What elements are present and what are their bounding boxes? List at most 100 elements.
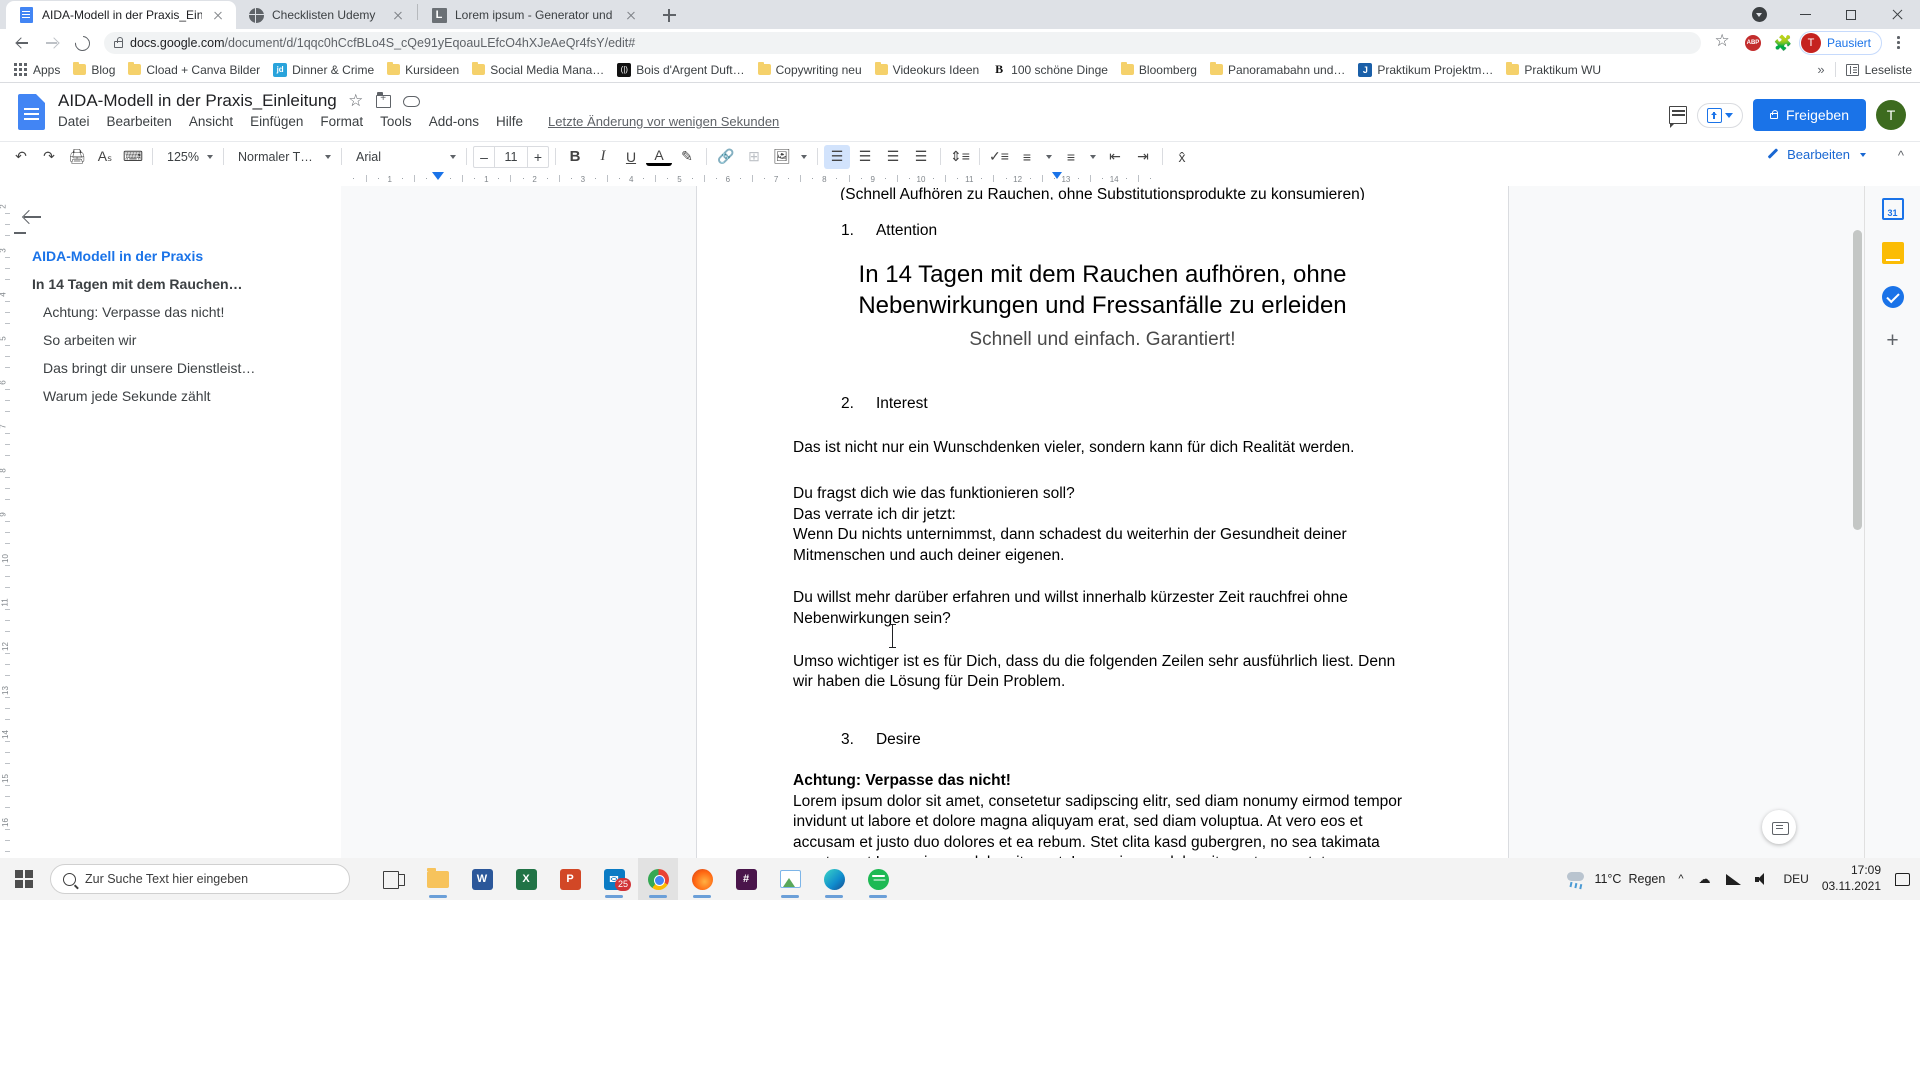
bookmark-videokurs[interactable]: Videokurs Ideen: [869, 61, 986, 79]
hide-menus-chevron-icon[interactable]: ^: [1898, 148, 1904, 163]
excel-icon[interactable]: X: [506, 858, 546, 900]
document-title[interactable]: AIDA-Modell in der Praxis_Einleitung: [58, 91, 337, 111]
decrease-indent-icon[interactable]: ⇤: [1102, 145, 1128, 169]
outline-item-0[interactable]: AIDA-Modell in der Praxis: [0, 242, 341, 270]
font-size-stepper[interactable]: – 11 +: [473, 145, 549, 168]
close-icon[interactable]: [390, 7, 406, 23]
outline-item-4[interactable]: Das bringt dir unsere Dienstleist…: [0, 354, 341, 382]
taskbar-clock[interactable]: 17:09 03.11.2021: [1822, 863, 1881, 894]
bookmark-bloomberg[interactable]: Bloomberg: [1115, 61, 1203, 79]
forward-button[interactable]: [38, 29, 66, 57]
notifications-icon[interactable]: [1894, 871, 1910, 887]
menu-hilfe[interactable]: Hilfe: [496, 114, 523, 129]
vertical-scrollbar[interactable]: [1851, 186, 1864, 858]
menu-addons[interactable]: Add-ons: [429, 114, 479, 129]
file-explorer-icon[interactable]: [418, 858, 458, 900]
outline-item-3[interactable]: So arbeiten wir: [0, 326, 341, 354]
close-icon[interactable]: [623, 7, 639, 23]
align-center-icon[interactable]: ☰: [852, 145, 878, 169]
browser-tab-1[interactable]: Checklisten Udemy: [236, 1, 416, 29]
font-dropdown[interactable]: Arial: [348, 146, 460, 168]
task-view-icon[interactable]: [374, 858, 414, 900]
checklist-icon[interactable]: ✓≡: [986, 145, 1012, 169]
bookmark-panoramabahn[interactable]: Panoramabahn und…: [1204, 61, 1351, 79]
outline-item-1[interactable]: In 14 Tagen mit dem Rauchen…: [0, 270, 341, 298]
browser-tab-0[interactable]: AIDA-Modell in der Praxis_Einleit: [6, 1, 236, 29]
redo-icon[interactable]: ↷: [36, 145, 62, 169]
bookmark-dinner-crime[interactable]: jd Dinner & Crime: [267, 61, 380, 79]
increase-indent-icon[interactable]: ⇥: [1130, 145, 1156, 169]
horizontal-ruler[interactable]: 1 1 2 3 4 5 6 7 8 9 10 11 12 13 14: [0, 171, 1920, 186]
menu-bearbeiten[interactable]: Bearbeiten: [107, 114, 172, 129]
left-indent-marker[interactable]: [432, 172, 444, 180]
bookmark-kursideen[interactable]: Kursideen: [381, 61, 465, 79]
menu-einfuegen[interactable]: Einfügen: [250, 114, 303, 129]
adblock-extension-icon[interactable]: ABP: [1739, 29, 1767, 57]
keep-icon[interactable]: [1878, 238, 1908, 268]
spotify-icon[interactable]: [858, 858, 898, 900]
font-size-decrease[interactable]: –: [474, 147, 494, 167]
new-tab-button[interactable]: [655, 1, 683, 29]
bookmarks-overflow-icon[interactable]: »: [1817, 62, 1824, 77]
zoom-dropdown[interactable]: 125%: [159, 146, 217, 168]
insert-image-icon[interactable]: 🖼: [769, 145, 795, 169]
numbered-list-icon[interactable]: ≡: [1058, 145, 1084, 169]
word-icon[interactable]: W: [462, 858, 502, 900]
document-scroll-area[interactable]: (Schnell Aufhören zu Rauchen, ohne Subst…: [341, 186, 1864, 858]
editing-mode-button[interactable]: Bearbeiten: [1756, 145, 1876, 164]
italic-icon[interactable]: I: [590, 145, 616, 169]
last-edit-label[interactable]: Letzte Änderung vor wenigen Sekunden: [548, 114, 779, 129]
bookmark-star-icon[interactable]: [1709, 29, 1737, 57]
taskbar-search-input[interactable]: Zur Suche Text hier eingeben: [50, 864, 350, 894]
menu-ansicht[interactable]: Ansicht: [189, 114, 233, 129]
close-outline-icon[interactable]: [22, 206, 44, 228]
bookmark-social-media[interactable]: Social Media Mana…: [466, 61, 610, 79]
underline-icon[interactable]: U: [618, 145, 644, 169]
star-icon[interactable]: [347, 92, 365, 110]
restore-down-icon[interactable]: [1736, 0, 1782, 29]
comment-history-icon[interactable]: [1668, 106, 1687, 128]
volume-icon[interactable]: [1754, 871, 1770, 887]
reload-button[interactable]: [68, 29, 96, 57]
calendar-icon[interactable]: 31: [1878, 194, 1908, 224]
bookmark-praktikum-wu[interactable]: Praktikum WU: [1500, 61, 1607, 79]
bold-icon[interactable]: B: [562, 145, 588, 169]
numbered-list-dropdown-icon[interactable]: [1086, 145, 1100, 169]
close-icon[interactable]: [210, 7, 226, 23]
print-icon[interactable]: 🖨: [64, 145, 90, 169]
highlight-color-icon[interactable]: ✎: [674, 145, 700, 169]
spellcheck-icon[interactable]: Aₛ: [92, 145, 118, 169]
reading-list-button[interactable]: Leseliste: [1845, 63, 1912, 77]
weather-widget[interactable]: 11°C Regen: [1565, 870, 1665, 888]
paragraph-style-dropdown[interactable]: Normaler T…: [230, 146, 335, 168]
chrome-icon[interactable]: [638, 858, 678, 900]
font-size-value[interactable]: 11: [494, 146, 528, 167]
clear-formatting-icon[interactable]: x̂: [1169, 145, 1195, 169]
tasks-icon[interactable]: [1878, 282, 1908, 312]
bulleted-list-dropdown-icon[interactable]: [1042, 145, 1056, 169]
line-spacing-icon[interactable]: ⇕≡: [947, 145, 973, 169]
text-color-icon[interactable]: A: [646, 147, 672, 166]
profile-button[interactable]: T Pausiert: [1798, 31, 1882, 55]
align-right-icon[interactable]: ☰: [880, 145, 906, 169]
extensions-puzzle-icon[interactable]: 🧩: [1769, 29, 1797, 57]
undo-icon[interactable]: ↶: [8, 145, 34, 169]
bookmark-blog[interactable]: Blog: [67, 61, 121, 79]
close-window-button[interactable]: [1874, 0, 1920, 29]
share-button[interactable]: Freigeben: [1752, 99, 1866, 131]
bookmark-apps[interactable]: Apps: [8, 61, 66, 79]
maximize-button[interactable]: [1828, 0, 1874, 29]
browser-tab-2[interactable]: L Lorem ipsum - Generator und Inf: [419, 1, 649, 29]
font-size-increase[interactable]: +: [528, 147, 548, 167]
mail-icon[interactable]: ✉ 25: [594, 858, 634, 900]
powerpoint-icon[interactable]: P: [550, 858, 590, 900]
back-button[interactable]: [8, 29, 36, 57]
collapse-outline-icon[interactable]: [14, 232, 26, 234]
network-icon[interactable]: [1725, 871, 1741, 887]
present-button[interactable]: [1696, 102, 1743, 128]
firefox-icon[interactable]: [682, 858, 722, 900]
onedrive-icon[interactable]: ☁: [1696, 871, 1712, 887]
bulleted-list-icon[interactable]: ≡: [1014, 145, 1040, 169]
insert-link-icon[interactable]: 🔗: [713, 145, 739, 169]
language-indicator[interactable]: DEU: [1783, 872, 1808, 886]
